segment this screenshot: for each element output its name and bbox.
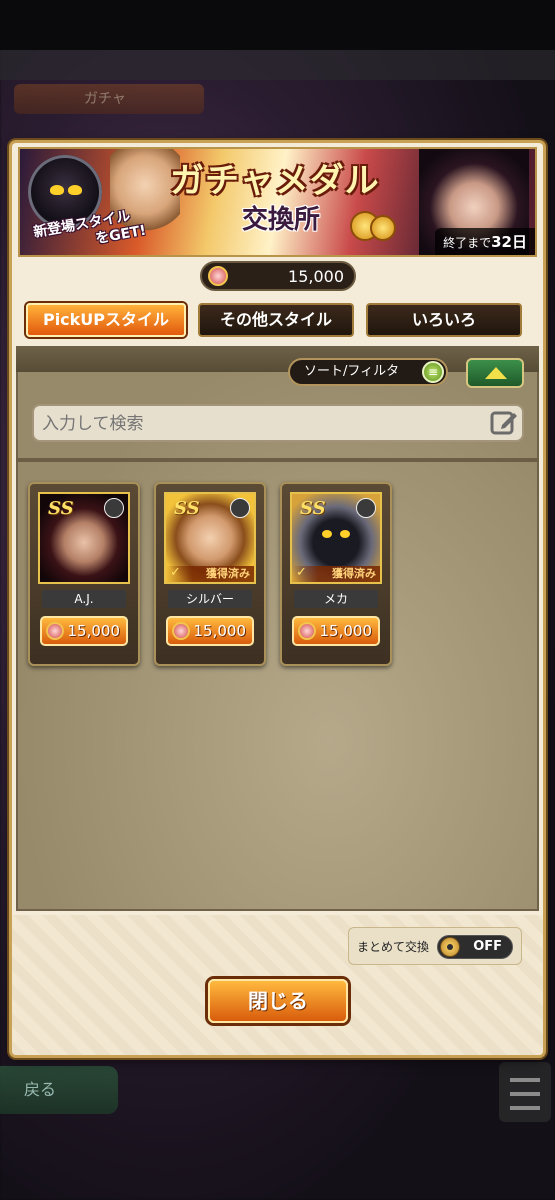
- style-name: シルバー: [168, 590, 252, 608]
- deadline-prefix: 終了まで: [443, 236, 492, 250]
- item-list-panel: ソート/フィルタ ≡ SS A.J. 15,000: [16, 346, 539, 911]
- exchange-button[interactable]: 15,000: [40, 616, 128, 646]
- gacha-medal-icon: [298, 622, 316, 640]
- sword-icon: [230, 498, 250, 518]
- close-button[interactable]: 閉じる: [208, 979, 348, 1023]
- status-bar: [0, 0, 555, 50]
- sort-filter-label: ソート/フィルタ: [304, 364, 400, 379]
- collapse-toggle-button[interactable]: [466, 358, 524, 388]
- tab-misc[interactable]: いろいろ: [366, 303, 522, 337]
- eye-glow: [340, 530, 350, 538]
- panel-header-strip: [16, 346, 539, 372]
- toggle-knob: [440, 937, 460, 957]
- category-tabs: PickUPスタイル その他スタイル いろいろ: [26, 303, 526, 339]
- price-value: 15,000: [193, 622, 247, 640]
- sort-filter-button[interactable]: ソート/フィルタ ≡: [288, 358, 448, 386]
- eye-glow: [322, 530, 332, 538]
- background-top-bar: [0, 50, 555, 80]
- rank-badge: SS: [48, 498, 74, 519]
- edit-icon[interactable]: [490, 410, 518, 436]
- style-name: メカ: [294, 590, 378, 608]
- check-icon: ✓: [296, 565, 307, 580]
- bulk-exchange-toggle[interactable]: OFF: [437, 935, 513, 959]
- gacha-medal-icon: [208, 266, 228, 286]
- banner-title: ガチャメダル: [170, 161, 380, 201]
- medal-balance-value: 15,000: [288, 267, 344, 286]
- bulk-exchange-control: まとめて交換 OFF: [348, 927, 522, 965]
- check-icon: ✓: [170, 565, 181, 580]
- style-card-mecha[interactable]: SS ✓ 獲得済み メカ 15,000: [280, 482, 392, 666]
- style-card-aj[interactable]: SS A.J. 15,000: [28, 482, 140, 666]
- weapon-icon: [104, 498, 124, 518]
- gacha-medal-icon: [46, 622, 64, 640]
- tab-other-style[interactable]: その他スタイル: [198, 303, 354, 337]
- owned-badge: ✓ 獲得済み: [292, 565, 380, 582]
- portrait-aj: SS: [38, 492, 130, 584]
- owned-label: 獲得済み: [206, 567, 250, 580]
- triangle-up-icon: [485, 367, 507, 379]
- panel-divider: [16, 458, 539, 462]
- deadline-value: 32日: [491, 233, 527, 251]
- portrait-mecha: SS ✓ 獲得済み: [290, 492, 382, 584]
- price-value: 15,000: [319, 622, 373, 640]
- dialog-footer: まとめて交換 OFF 閉じる: [12, 915, 543, 1055]
- portrait-silver: SS ✓ 獲得済み: [164, 492, 256, 584]
- medal-icon: [370, 215, 396, 241]
- exchange-button[interactable]: 15,000: [166, 616, 254, 646]
- rank-badge: SS: [174, 498, 200, 519]
- background-back-button: 戻る: [0, 1066, 118, 1114]
- tab-pickup-style[interactable]: PickUPスタイル: [26, 303, 186, 337]
- banner-subtitle: 交換所: [242, 205, 321, 235]
- list-icon: ≡: [422, 361, 444, 383]
- background-screen-title: ガチャ: [14, 84, 204, 114]
- bulk-exchange-state: OFF: [473, 939, 502, 954]
- medal-balance: 15,000: [200, 261, 356, 291]
- style-card-silver[interactable]: SS ✓ 獲得済み シルバー 15,000: [154, 482, 266, 666]
- gacha-medal-icon: [172, 622, 190, 640]
- bulk-exchange-label: まとめて交換: [357, 940, 430, 954]
- search-input[interactable]: [34, 406, 484, 442]
- price-value: 15,000: [67, 622, 121, 640]
- style-name: A.J.: [42, 590, 126, 608]
- deadline-badge: 終了まで32日: [435, 228, 535, 255]
- rank-badge: SS: [300, 498, 326, 519]
- exchange-button[interactable]: 15,000: [292, 616, 380, 646]
- event-banner: ガチャメダル 交換所 新登場スタイル をGET! 終了まで32日: [18, 147, 537, 257]
- gun-icon: [356, 498, 376, 518]
- menu-icon: [499, 1062, 551, 1122]
- owned-badge: ✓ 獲得済み: [166, 565, 254, 582]
- search-field: [32, 404, 524, 442]
- medal-exchange-dialog: ガチャメダル 交換所 新登場スタイル をGET! 終了まで32日 15,000 …: [12, 143, 543, 1055]
- owned-label: 獲得済み: [332, 567, 376, 580]
